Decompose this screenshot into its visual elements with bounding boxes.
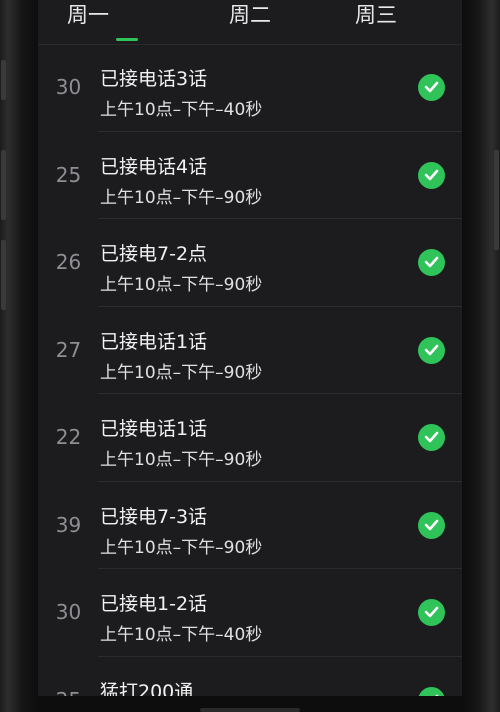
- list-item[interactable]: 27 已接电话1话 上午10点–下午–90秒: [38, 307, 462, 394]
- home-indicator: [200, 708, 300, 712]
- check-circle-icon[interactable]: [418, 74, 445, 101]
- volume-down-button: [1, 240, 6, 310]
- tab-wednesday[interactable]: 周三: [326, 0, 426, 44]
- item-subtitle: 上午10点–下午–40秒: [100, 625, 263, 645]
- list-item[interactable]: 26 已接电7-2点 上午10点–下午–90秒: [38, 219, 462, 307]
- item-number: 25: [46, 657, 91, 697]
- list-item[interactable]: 39 已接电7-3话 上午10点–下午–90秒: [38, 482, 462, 569]
- list-item[interactable]: 30 已接电1-2话 上午10点–下午–40秒: [38, 569, 462, 657]
- item-subtitle: 上午10点–下午–40秒: [100, 100, 263, 120]
- item-number: 39: [55, 512, 82, 537]
- list-item[interactable]: 25 已接电话4话 上午10点–下午–90秒: [38, 132, 462, 219]
- list-item[interactable]: 22 已接电话1话 上午10点–下午–90秒: [38, 394, 462, 482]
- tab-tuesday[interactable]: 周二: [200, 0, 300, 44]
- item-subtitle: 上午10点–下午–90秒: [100, 362, 263, 383]
- mute-switch: [1, 60, 6, 100]
- item-number: 27: [55, 337, 82, 362]
- check-circle-icon[interactable]: [418, 161, 445, 189]
- item-title: 已接电话3话: [100, 68, 208, 90]
- check-circle-icon[interactable]: [418, 686, 445, 696]
- app-screen: 周一 周二 周三 30 已接电话3话 上午10点–下午–40秒 25 已接电话4…: [38, 0, 462, 696]
- item-title: 猛打200通: [100, 680, 194, 697]
- power-button: [494, 150, 499, 250]
- item-title: 已接电1-2话: [100, 593, 208, 615]
- item-subtitle: 上午10点–下午–90秒: [100, 537, 263, 558]
- call-log-list: 30 已接电话3话 上午10点–下午–40秒 25 已接电话4话 上午10点–下…: [38, 44, 462, 696]
- item-title: 已接电话1话: [100, 418, 208, 440]
- check-circle-icon[interactable]: [418, 336, 445, 364]
- check-circle-icon[interactable]: [418, 599, 445, 626]
- item-number: 30: [55, 600, 82, 624]
- check-circle-icon[interactable]: [418, 249, 445, 276]
- check-circle-icon[interactable]: [418, 424, 445, 451]
- item-subtitle: 上午10点–下午–90秒: [100, 187, 263, 208]
- list-item[interactable]: 25 猛打200通: [38, 657, 462, 697]
- item-number: 25: [55, 162, 82, 187]
- list-item[interactable]: 30 已接电话3话 上午10点–下午–40秒: [38, 44, 462, 132]
- item-number: 30: [55, 75, 82, 99]
- item-subtitle: 上午10点–下午–90秒: [100, 275, 263, 295]
- item-title: 已接电7-3话: [100, 505, 208, 528]
- check-circle-icon[interactable]: [418, 511, 445, 539]
- active-tab-indicator: [116, 38, 138, 41]
- item-number: 26: [55, 250, 82, 274]
- item-title: 已接电7-2点: [100, 243, 208, 265]
- volume-up-button: [1, 150, 6, 220]
- item-number: 22: [55, 425, 82, 449]
- item-title: 已接电话4话: [100, 155, 208, 178]
- weekday-tab-bar: 周一 周二 周三: [38, 0, 462, 45]
- item-subtitle: 上午10点–下午–90秒: [100, 450, 263, 470]
- item-title: 已接电话1话: [100, 330, 208, 353]
